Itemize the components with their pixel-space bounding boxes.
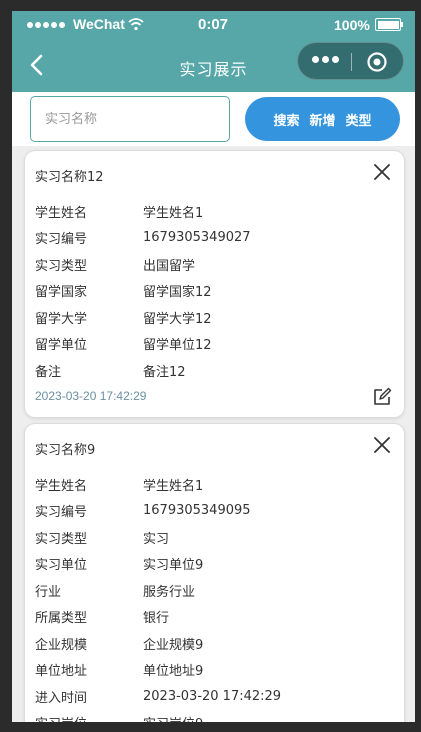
field-value: 1679305349095 <box>143 503 251 519</box>
field-label: 留学大学 <box>35 311 88 327</box>
field-value: 服务行业 <box>143 584 196 600</box>
internship-card[interactable]: 实习名称9 学生姓名 学生姓名1 实习编号 1679305349095 实习类型 实习… <box>25 424 404 722</box>
field-row: 备注 备注12 <box>35 357 395 384</box>
field-label: 实习编号 <box>35 505 88 521</box>
status-time: 0:07 <box>198 16 229 33</box>
signal-icon <box>27 22 65 28</box>
field-row: 实习类型 出国留学 <box>35 251 395 278</box>
field-value: 学生姓名1 <box>143 205 204 221</box>
field-label: 学生姓名 <box>35 205 88 221</box>
status-bar: WeChat 0:07 100% <box>12 11 415 41</box>
capsule-divider <box>351 53 352 71</box>
mini-program-capsule <box>297 42 404 80</box>
phone-screen: WeChat 0:07 100% 实习展示 实习名称 搜索 新增 类型 实习名称… <box>12 11 415 722</box>
battery-icon <box>375 18 401 31</box>
card-timestamp: 2023-03-20 17:42:29 <box>35 389 147 403</box>
field-value: 留学单位12 <box>143 338 212 354</box>
field-label: 留学单位 <box>35 338 88 354</box>
more-dots-icon[interactable] <box>312 56 339 63</box>
field-row: 所属类型 银行 <box>35 604 395 631</box>
field-row: 学生姓名 学生姓名1 <box>35 471 395 498</box>
add-button[interactable]: 新增 <box>309 110 335 129</box>
field-label: 学生姓名 <box>35 478 88 494</box>
field-row: 实习编号 1679305349027 <box>35 225 395 252</box>
field-row: 学生姓名 学生姓名1 <box>35 198 395 225</box>
field-row: 实习编号 1679305349095 <box>35 498 395 525</box>
field-label: 单位地址 <box>35 664 88 680</box>
field-label: 所属类型 <box>35 611 88 627</box>
field-row: 进入时间 2023-03-20 17:42:29 <box>35 683 395 710</box>
field-value: 留学国家12 <box>143 285 212 301</box>
card-fields: 学生姓名 学生姓名1 实习编号 1679305349027 实习类型 出国留学 留学国… <box>35 198 395 384</box>
field-value: 实习 <box>143 531 170 547</box>
battery-percent: 100% <box>334 17 370 33</box>
wifi-icon <box>128 18 144 31</box>
field-value: 实习岗位9 <box>143 713 395 722</box>
carrier-label: WeChat <box>73 16 125 32</box>
field-row: 实习岗位实习岗位9 <box>35 710 395 722</box>
field-label: 备注 <box>35 364 62 380</box>
field-label: 实习单位 <box>35 558 88 574</box>
target-circle-icon[interactable] <box>366 51 388 73</box>
field-row: 留学单位 留学单位12 <box>35 331 395 358</box>
field-label: 实习岗位 <box>35 713 143 722</box>
action-button-group: 搜索 新增 类型 <box>245 97 400 141</box>
field-label: 实习编号 <box>35 232 88 248</box>
field-value: 单位地址9 <box>143 664 204 680</box>
field-value: 学生姓名1 <box>143 478 204 494</box>
field-label: 进入时间 <box>35 690 88 706</box>
card-fields: 学生姓名 学生姓名1 实习编号 1679305349095 实习类型 实习 实习单位实… <box>35 471 395 722</box>
field-label: 实习类型 <box>35 531 88 547</box>
field-label: 企业规模 <box>35 637 88 653</box>
search-button[interactable]: 搜索 <box>273 110 299 129</box>
field-row: 企业规模 企业规模9 <box>35 630 395 657</box>
card-title: 实习名称12 <box>35 170 104 185</box>
field-label: 留学国家 <box>35 285 88 301</box>
field-value: 备注12 <box>143 364 186 380</box>
battery-tip <box>401 22 403 27</box>
field-value: 出国留学 <box>143 258 196 274</box>
field-value: 1679305349027 <box>143 230 251 246</box>
field-row: 行业 服务行业 <box>35 577 395 604</box>
field-label: 实习类型 <box>35 258 88 274</box>
header: WeChat 0:07 100% 实习展示 <box>12 11 415 92</box>
type-button[interactable]: 类型 <box>346 110 372 129</box>
field-row: 单位地址 单位地址9 <box>35 657 395 684</box>
card-title: 实习名称9 <box>35 443 96 458</box>
field-row: 实习类型 实习 <box>35 524 395 551</box>
field-row: 留学国家 留学国家12 <box>35 278 395 305</box>
field-label: 行业 <box>35 584 62 600</box>
field-value: 企业规模9 <box>143 637 204 653</box>
edit-icon[interactable] <box>372 387 392 407</box>
field-value: 2023-03-20 17:42:29 <box>143 688 282 704</box>
close-icon[interactable] <box>373 436 391 454</box>
search-input[interactable] <box>30 96 230 142</box>
search-bar: 搜索 新增 类型 <box>12 92 415 146</box>
field-row: 留学大学 留学大学12 <box>35 304 395 331</box>
field-value: 实习单位9 <box>143 558 204 574</box>
internship-card[interactable]: 实习名称12 学生姓名 学生姓名1 实习编号 1679305349027 实习类型 出… <box>25 151 404 417</box>
field-value: 银行 <box>143 611 170 627</box>
field-value: 留学大学12 <box>143 311 212 327</box>
field-row: 实习单位 实习单位9 <box>35 551 395 578</box>
close-icon[interactable] <box>373 163 391 181</box>
